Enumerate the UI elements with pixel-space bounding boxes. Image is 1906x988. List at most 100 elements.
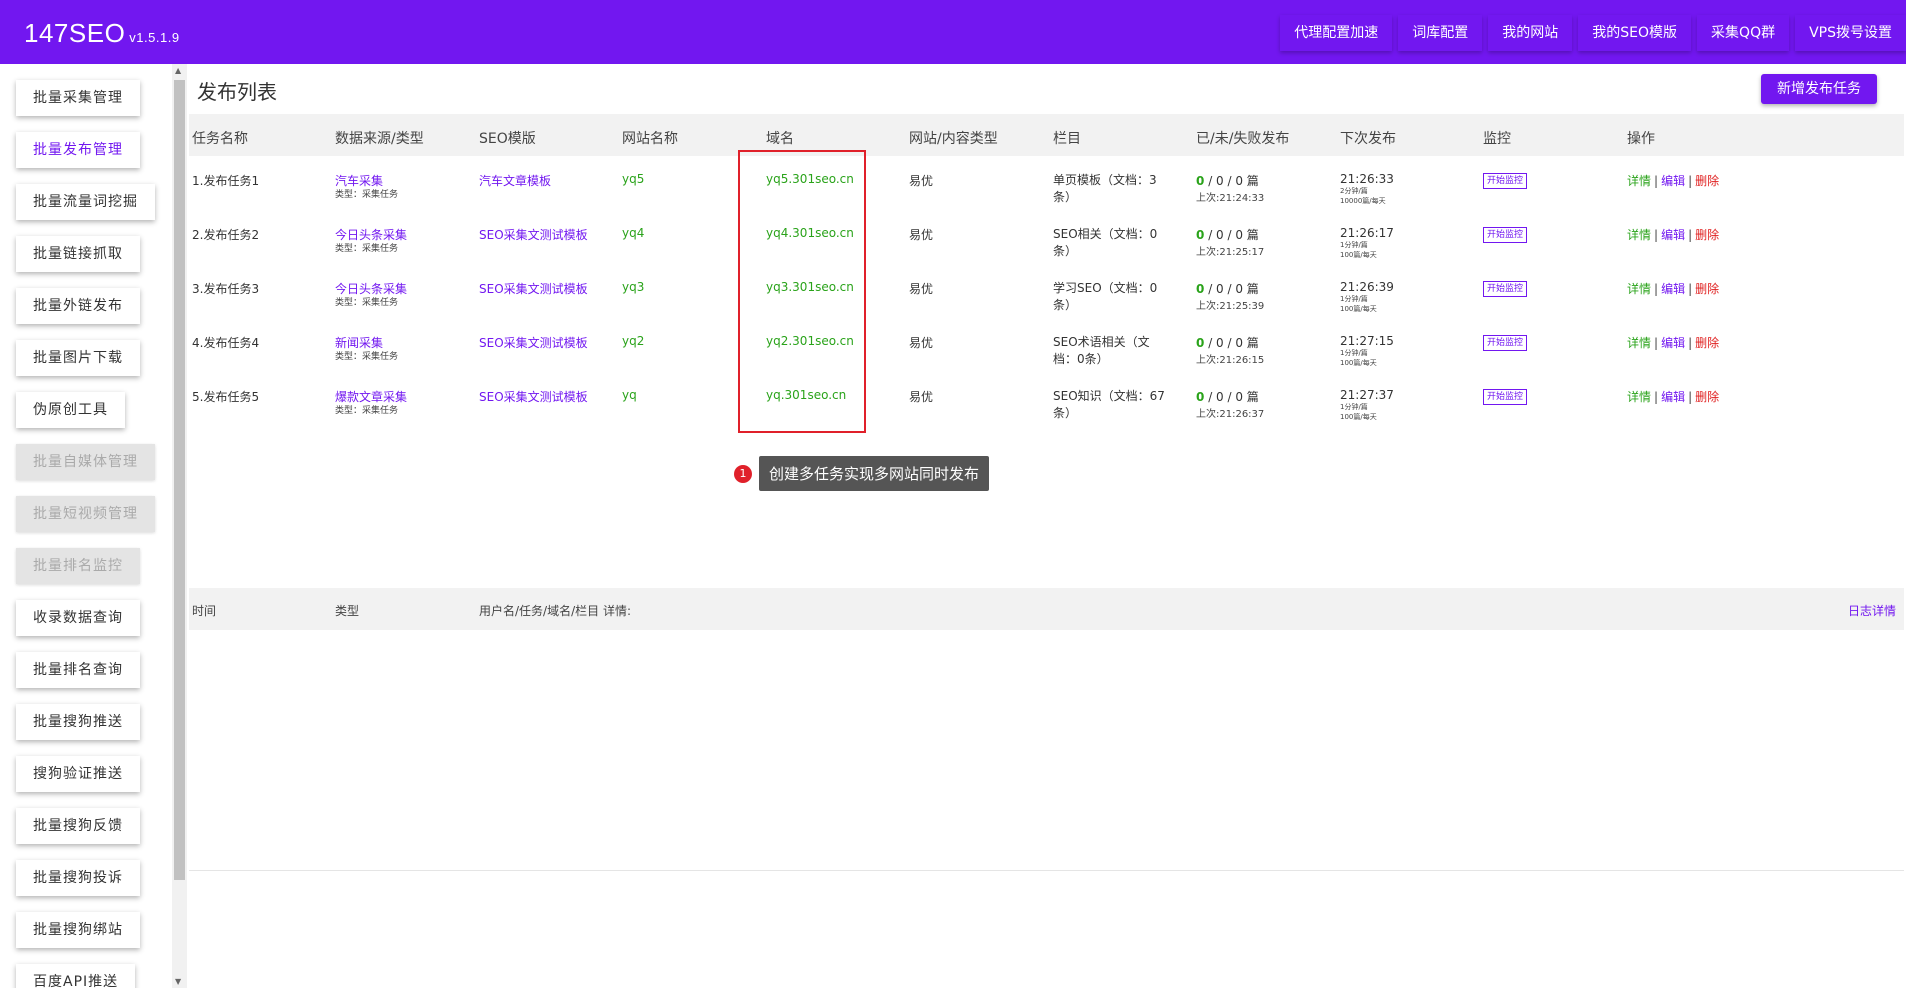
detail-link[interactable]: 详情 [1627, 282, 1651, 296]
scroll-up-icon[interactable]: ▲ [175, 66, 181, 75]
delete-link[interactable]: 删除 [1695, 390, 1719, 404]
log-details-link[interactable]: 日志详情 [1848, 602, 1896, 619]
seo-template-link[interactable]: SEO采集文测试模板 [479, 280, 588, 297]
publish-stats-cell: 0 / 0 / 0 篇 上次:21:25:39 [1196, 280, 1264, 312]
publish-stats-cell: 0 / 0 / 0 篇 上次:21:26:37 [1196, 388, 1264, 420]
publish-stats-rest: / 0 / 0 篇 [1208, 390, 1259, 404]
next-publish-cell: 21:26:39 1分钟/篇 100篇/每天 [1340, 280, 1394, 314]
nav-my-seo-templates[interactable]: 我的SEO模版 [1578, 15, 1692, 51]
task-name: 4.发布任务4 [192, 336, 260, 350]
sidebar-item-traffic-keywords[interactable]: 批量流量词挖掘 [16, 184, 155, 220]
publish-daily-limit: 100篇/每天 [1340, 413, 1377, 421]
actions-cell: 详情 | 编辑 | 删除 [1627, 282, 1720, 296]
column-line-1: SEO相关（文档：0 [1053, 227, 1158, 241]
task-name: 5.发布任务5 [192, 390, 260, 404]
data-source-link[interactable]: 爆款文章采集 [335, 388, 407, 405]
sidebar-item-sogou-push[interactable]: 批量搜狗推送 [16, 704, 140, 740]
data-source-link[interactable]: 新闻采集 [335, 334, 398, 351]
sidebar-item-link-crawl[interactable]: 批量链接抓取 [16, 236, 140, 272]
start-monitor-button[interactable]: 开始监控 [1483, 389, 1528, 405]
table-row: 3.发布任务3 今日头条采集 类型：采集任务 SEO采集文测试模板 yq3 yq… [189, 280, 1904, 334]
publish-stats-cell: 0 / 0 / 0 篇 上次:21:25:17 [1196, 226, 1264, 258]
seo-template-link[interactable]: SEO采集文测试模板 [479, 388, 588, 405]
next-publish-time: 21:26:17 [1340, 226, 1394, 240]
log-header: 时间 类型 用户名/任务/域名/栏目 详情: 日志详情 [189, 588, 1904, 630]
scroll-down-icon[interactable]: ▼ [175, 977, 181, 986]
col-publish-stats: 已/未/失败发布 [1196, 131, 1290, 147]
log-col-type: 类型 [335, 604, 360, 618]
content-type: 易优 [909, 174, 934, 188]
detail-link[interactable]: 详情 [1627, 390, 1651, 404]
last-publish-time: 上次:21:24:33 [1196, 193, 1265, 204]
publish-stats-rest: / 0 / 0 篇 [1208, 336, 1259, 350]
nav-vps-dial-settings[interactable]: VPS拨号设置 [1795, 15, 1906, 51]
next-publish-cell: 21:26:17 1分钟/篇 100篇/每天 [1340, 226, 1394, 260]
delete-link[interactable]: 删除 [1695, 174, 1719, 188]
callout-text: 创建多任务实现多网站同时发布 [759, 456, 990, 491]
col-monitor: 监控 [1483, 131, 1511, 147]
scrollbar-thumb[interactable] [174, 80, 185, 880]
delete-link[interactable]: 删除 [1695, 228, 1719, 242]
nav-my-sites[interactable]: 我的网站 [1488, 15, 1573, 51]
edit-link[interactable]: 编辑 [1661, 174, 1685, 188]
sidebar-item-backlink-publish[interactable]: 批量外链发布 [16, 288, 140, 324]
sidebar-item-rank-query[interactable]: 批量排名查询 [16, 652, 140, 688]
site-name: yq4 [622, 226, 645, 240]
sidebar-item-sogou-bind-site[interactable]: 批量搜狗绑站 [16, 912, 140, 948]
actions-cell: 详情 | 编辑 | 删除 [1627, 336, 1720, 350]
callout: 1 创建多任务实现多网站同时发布 [734, 456, 990, 491]
column-line-2: 条） [1053, 190, 1078, 204]
sidebar-item-sogou-complaint[interactable]: 批量搜狗投诉 [16, 860, 140, 896]
sidebar-item-index-query[interactable]: 收录数据查询 [16, 600, 140, 636]
start-monitor-button[interactable]: 开始监控 [1483, 281, 1528, 297]
sidebar-item-batch-collect[interactable]: 批量采集管理 [16, 80, 140, 116]
add-publish-task-button[interactable]: 新增发布任务 [1761, 74, 1877, 104]
nav-wordlib-config[interactable]: 词库配置 [1398, 15, 1483, 51]
column-line-1: 单页模板（文档：3 [1053, 173, 1157, 187]
sidebar-item-pseudo-original[interactable]: 伪原创工具 [16, 392, 125, 428]
nav-collect-qq-group[interactable]: 采集QQ群 [1697, 15, 1790, 51]
detail-link[interactable]: 详情 [1627, 228, 1651, 242]
source-type: 类型：采集任务 [335, 298, 399, 308]
site-name: yq2 [622, 334, 645, 348]
detail-link[interactable]: 详情 [1627, 174, 1651, 188]
data-source-link[interactable]: 汽车采集 [335, 172, 398, 189]
data-source-link[interactable]: 今日头条采集 [335, 226, 407, 243]
publish-stats-rest: / 0 / 0 篇 [1208, 282, 1259, 296]
main-content: 发布列表 新增发布任务 任务名称 数据来源/类型 SEO模版 网站名称 域名 网… [189, 64, 1904, 988]
seo-template-link[interactable]: 汽车文章模板 [479, 172, 551, 189]
sidebar-item-sogou-feedback[interactable]: 批量搜狗反馈 [16, 808, 140, 844]
publish-stats-rest: / 0 / 0 篇 [1208, 174, 1259, 188]
task-name: 3.发布任务3 [192, 282, 260, 296]
task-name: 1.发布任务1 [192, 174, 260, 188]
start-monitor-button[interactable]: 开始监控 [1483, 335, 1528, 351]
edit-link[interactable]: 编辑 [1661, 390, 1685, 404]
detail-link[interactable]: 详情 [1627, 336, 1651, 350]
delete-link[interactable]: 删除 [1695, 336, 1719, 350]
published-count: 0 [1196, 336, 1205, 350]
nav-proxy-config[interactable]: 代理配置加速 [1280, 15, 1393, 51]
edit-link[interactable]: 编辑 [1661, 336, 1685, 350]
data-source-cell: 新闻采集 类型：采集任务 [335, 334, 398, 363]
edit-link[interactable]: 编辑 [1661, 228, 1685, 242]
sidebar-item-image-download[interactable]: 批量图片下载 [16, 340, 140, 376]
column-cell: 单页模板（文档：3 条） [1053, 172, 1157, 206]
seo-template-link[interactable]: SEO采集文测试模板 [479, 334, 588, 351]
source-type: 类型：采集任务 [335, 244, 399, 254]
sidebar-item-sogou-verify-push[interactable]: 搜狗验证推送 [16, 756, 140, 792]
col-content-type: 网站/内容类型 [909, 131, 998, 147]
start-monitor-button[interactable]: 开始监控 [1483, 173, 1528, 189]
sidebar-scrollbar[interactable]: ▲ ▼ [172, 64, 187, 988]
publish-interval: 1分钟/篇 [1340, 349, 1368, 357]
col-data-source: 数据来源/类型 [335, 131, 424, 147]
start-monitor-button[interactable]: 开始监控 [1483, 227, 1528, 243]
publish-daily-limit: 100篇/每天 [1340, 251, 1377, 259]
seo-template-link[interactable]: SEO采集文测试模板 [479, 226, 588, 243]
data-source-link[interactable]: 今日头条采集 [335, 280, 407, 297]
sidebar-item-batch-publish[interactable]: 批量发布管理 [16, 132, 140, 168]
edit-link[interactable]: 编辑 [1661, 282, 1685, 296]
last-publish-time: 上次:21:25:39 [1196, 301, 1265, 312]
next-publish-cell: 21:26:33 2分钟/篇 10000篇/每天 [1340, 172, 1394, 206]
sidebar-item-baidu-api-push[interactable]: 百度API推送 [16, 964, 136, 988]
delete-link[interactable]: 删除 [1695, 282, 1719, 296]
